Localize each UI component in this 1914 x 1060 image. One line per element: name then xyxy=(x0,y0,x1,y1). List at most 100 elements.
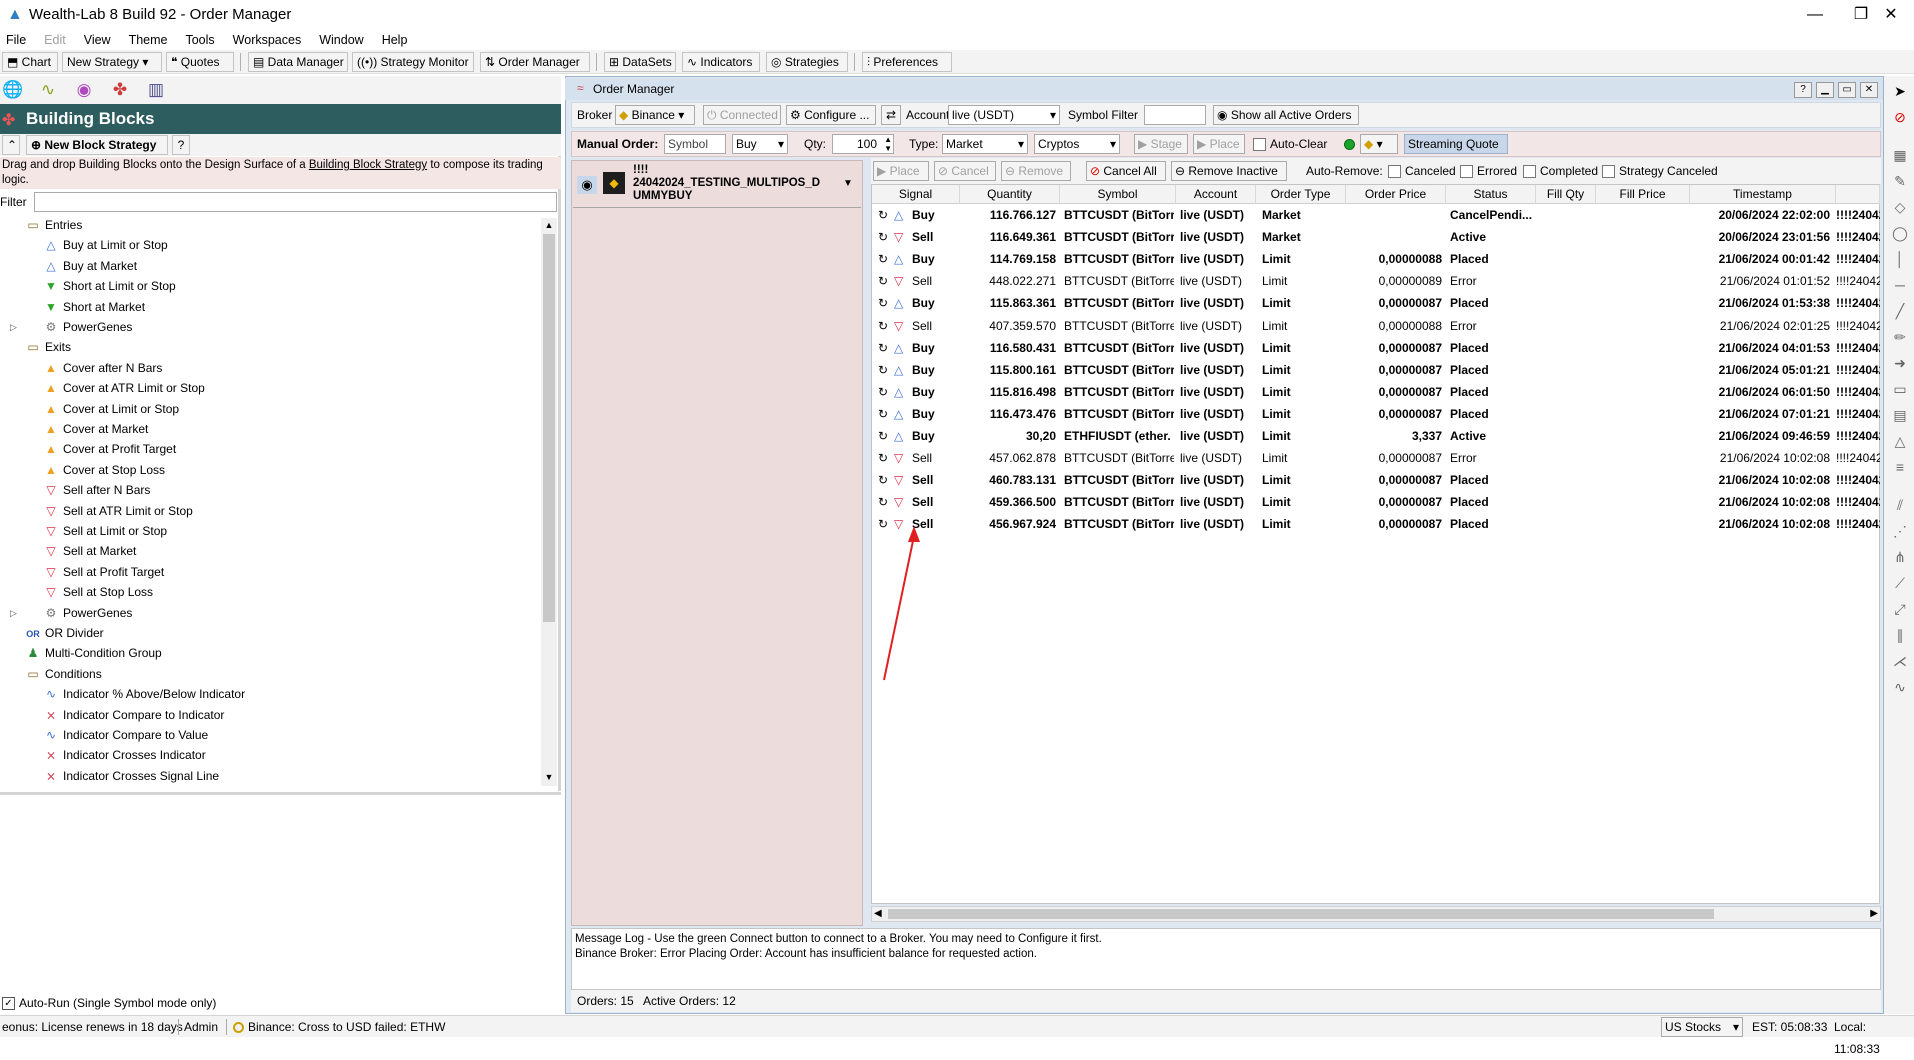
menu-window[interactable]: Window xyxy=(319,30,371,50)
show-all-active-orders-button[interactable]: ◉ Show all Active Orders xyxy=(1213,105,1359,125)
order-row[interactable]: ↻ △ Buy 116.580.431 BTTCUSDT (BitTorr live (U… xyxy=(872,337,1880,359)
order-row[interactable]: ↻ ▽ Sell 448.022.271 BTTCUSDT (BitTorrer live… xyxy=(872,270,1880,292)
speedline-icon[interactable]: ⟋ xyxy=(1891,574,1909,592)
refresh-row-icon[interactable]: ↻ xyxy=(878,491,892,513)
column-header-account[interactable]: Account xyxy=(1176,185,1256,204)
cancel-button[interactable]: ⊘ Cancel xyxy=(934,161,996,181)
refresh-row-icon[interactable]: ↻ xyxy=(878,337,892,359)
datasets-button[interactable]: ⊞ DataSets xyxy=(604,52,676,72)
order-type-select[interactable]: Market ▾ xyxy=(942,134,1028,154)
pen-icon[interactable]: ✎ xyxy=(1891,172,1909,190)
new-block-strategy-button[interactable]: ⊕ New Block Strategy xyxy=(26,135,168,155)
tree-item[interactable]: ◢▭Exits xyxy=(8,337,71,357)
strategy-monitor-button[interactable]: ((•)) Strategy Monitor xyxy=(352,52,474,72)
library-icon[interactable]: ▥ xyxy=(145,80,167,100)
text-note-icon[interactable]: ▤ xyxy=(1891,406,1909,424)
streaming-quote-button[interactable]: Streaming Quote xyxy=(1404,134,1508,154)
chevron-down-icon[interactable]: ▼ xyxy=(843,178,853,189)
column-header-symbol[interactable]: Symbol xyxy=(1060,185,1176,204)
menu-theme[interactable]: Theme xyxy=(129,30,176,50)
collapse-up-icon[interactable]: ⌃ xyxy=(2,135,20,155)
scroll-thumb[interactable] xyxy=(543,234,555,622)
maximize-child-button[interactable]: ▭ xyxy=(1838,82,1856,98)
market-select[interactable]: US Stocks ▾ xyxy=(1661,1017,1743,1037)
order-row[interactable]: ↻ △ Buy 115.863.361 BTTCUSDT (BitTorr live (U… xyxy=(872,292,1880,314)
indicator-wave-icon[interactable]: ∿ xyxy=(37,80,59,100)
remove-button[interactable]: ⊖ Remove xyxy=(1001,161,1071,181)
order-row[interactable]: ↻ ▽ Sell 459.366.500 BTTCUSDT (BitTorr live (… xyxy=(872,491,1880,513)
column-header-timestamp[interactable]: Timestamp xyxy=(1690,185,1836,204)
tree-item[interactable]: ▲ Cover at Market xyxy=(26,419,148,439)
tree-item[interactable]: ▲ Cover at Profit Target xyxy=(26,439,176,459)
tree-item[interactable]: ▲ Cover at Limit or Stop xyxy=(26,399,179,419)
quotes-button[interactable]: ❝ Quotes xyxy=(166,52,234,72)
menu-help[interactable]: Help xyxy=(382,30,416,50)
spin-arrows-icon[interactable]: ▲ ▼ xyxy=(884,135,892,153)
filter-input[interactable] xyxy=(34,192,557,212)
fan-icon[interactable]: ⋌ xyxy=(1891,652,1909,670)
account-select[interactable]: live (USDT) ▾ xyxy=(948,105,1060,125)
tree-item[interactable]: ▲ Cover at Stop Loss xyxy=(26,460,165,480)
rectangle-icon[interactable]: ▭ xyxy=(1891,380,1909,398)
tree-item[interactable]: ⨯ Indicator Compare to Indicator xyxy=(26,705,224,725)
tree-item[interactable]: ▽ Sell at Profit Target xyxy=(26,562,164,582)
tree-item[interactable]: ▽ Sell at Market xyxy=(26,541,136,561)
menu-edit[interactable]: Edit xyxy=(44,30,74,50)
refresh-row-icon[interactable]: ↻ xyxy=(878,292,892,314)
shape-icon[interactable]: ◇ xyxy=(1891,198,1909,216)
broker-select[interactable]: ◆ Binance ▾ xyxy=(615,105,695,125)
new-strategy-button[interactable]: New Strategy ▾ xyxy=(62,52,162,72)
vertical-line-icon[interactable]: │ xyxy=(1891,250,1909,268)
arrow-right-icon[interactable]: ➜ xyxy=(1891,354,1909,372)
order-row[interactable]: ↻ ▽ Sell 407.359.570 BTTCUSDT (BitTorrer live… xyxy=(872,315,1880,337)
help-button[interactable]: ? xyxy=(172,135,190,155)
configure-button[interactable]: ⚙ Configure ... xyxy=(786,105,876,125)
tree-item[interactable]: ▽ Sell at Limit or Stop xyxy=(26,521,167,541)
refresh-row-icon[interactable]: ↻ xyxy=(878,425,892,447)
tree-item[interactable]: OR OR Divider xyxy=(8,623,103,643)
side-select[interactable]: Buy ▾ xyxy=(732,134,788,154)
cursor-icon[interactable]: ➤ xyxy=(1891,82,1909,100)
wave-icon[interactable]: ∿ xyxy=(1891,678,1909,696)
pencil-icon[interactable]: ✏ xyxy=(1891,328,1909,346)
tree-item[interactable]: ⨯ Indicator Crosses Indicator xyxy=(26,745,206,765)
tree-item[interactable]: ▽ Sell at Stop Loss xyxy=(26,582,153,602)
ellipse-icon[interactable]: ◯ xyxy=(1891,224,1909,242)
no-draw-icon[interactable]: ⊘ xyxy=(1891,108,1909,126)
tree-item[interactable]: ∿ Indicator % Above/Below Indicator xyxy=(26,684,245,704)
fibonacci-icon[interactable]: ≡ xyxy=(1891,458,1909,476)
order-row[interactable]: ↻ △ Buy 30,20 ETHFIUSDT (ether. live (USDT) Li… xyxy=(872,425,1880,447)
close-button[interactable]: ✕ xyxy=(1868,0,1914,30)
channel-icon[interactable]: ⫽ xyxy=(1891,496,1909,514)
cancel-all-button[interactable]: ⊘ Cancel All xyxy=(1086,161,1166,181)
refresh-row-icon[interactable]: ↻ xyxy=(878,226,892,248)
tree-item[interactable]: ▼ Short at Limit or Stop xyxy=(26,276,176,296)
refresh-row-icon[interactable]: ↻ xyxy=(878,204,892,226)
preferences-button[interactable]: ⫶ Preferences xyxy=(862,52,952,72)
tree-item[interactable]: ▷ ⚙ PowerGenes xyxy=(10,317,132,337)
market-select[interactable]: Cryptos ▾ xyxy=(1034,134,1120,154)
order-row[interactable]: ↻ ▽ Sell 457.062.878 BTTCUSDT (BitTorrer live… xyxy=(872,447,1880,469)
tree-item[interactable]: ♟ Multi-Condition Group xyxy=(8,643,162,663)
refresh-row-icon[interactable]: ↻ xyxy=(878,469,892,491)
stage-button[interactable]: ▶ Stage xyxy=(1134,134,1188,154)
brain-icon[interactable]: ◉ xyxy=(73,80,95,100)
help-button[interactable]: ? xyxy=(1794,82,1812,98)
tree-vertical-scrollbar[interactable]: ▲ ▼ xyxy=(541,218,557,786)
strategy-list-item[interactable]: ◉ ◆ !!!! 24042024_TESTING_MULTIPOS_D UMM… xyxy=(573,162,861,208)
refresh-row-icon[interactable]: ↻ xyxy=(878,381,892,403)
order-manager-button[interactable]: ⇅ Order Manager xyxy=(480,52,590,72)
tree-item[interactable]: ⨯ Indicator Crosses Signal Line xyxy=(26,766,219,785)
order-row[interactable]: ↻ △ Buy 115.800.161 BTTCUSDT (BitTorr live (U… xyxy=(872,359,1880,381)
grid-horizontal-scrollbar[interactable]: ◀ ▶ xyxy=(871,906,1881,922)
menu-view[interactable]: View xyxy=(84,30,119,50)
symbol-filter-input[interactable] xyxy=(1144,105,1206,125)
scroll-down-icon[interactable]: ▼ xyxy=(541,772,557,784)
tree-item[interactable]: ▽ Sell at ATR Limit or Stop xyxy=(26,501,192,521)
autorun-checkbox[interactable]: ✓ xyxy=(2,997,15,1010)
strategy-canceled-checkbox[interactable] xyxy=(1602,165,1615,178)
tree-item[interactable]: ◢▭Entries xyxy=(8,215,82,235)
tree-item[interactable]: ▼ Short at Market xyxy=(26,297,145,317)
refresh-row-icon[interactable]: ↻ xyxy=(878,359,892,381)
tree-item[interactable]: △ Buy at Market xyxy=(26,256,137,276)
